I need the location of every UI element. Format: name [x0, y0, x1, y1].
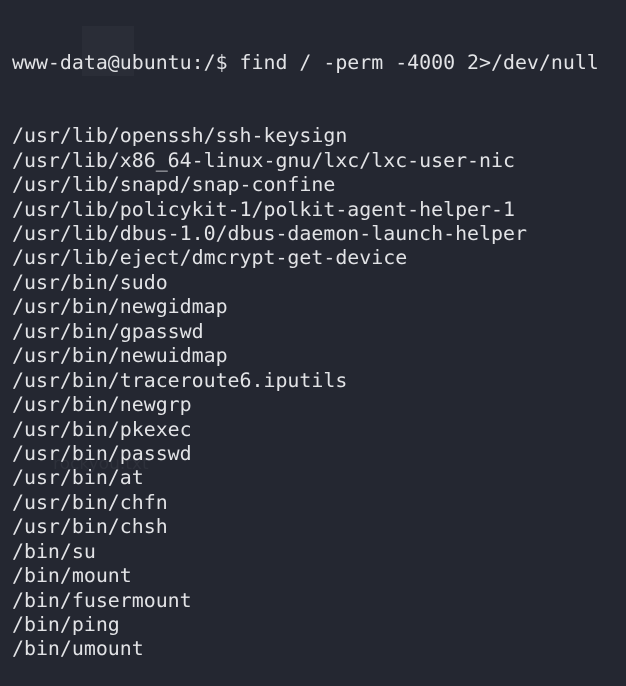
output-line: /usr/bin/chsh	[12, 515, 168, 539]
output-line: /usr/lib/snapd/snap-confine	[12, 173, 336, 197]
output-line: /bin/su	[12, 539, 96, 563]
output-line: /usr/bin/newgrp	[12, 393, 192, 417]
output-lines: /usr/lib/openssh/ssh-keysign/usr/lib/x86…	[12, 124, 599, 662]
output-line: /usr/lib/dbus-1.0/dbus-daemon-launch-hel…	[12, 222, 527, 245]
output-line: /usr/bin/newgidmap	[12, 295, 228, 319]
output-line: /usr/bin/newuidmap	[12, 344, 228, 368]
output-line: /usr/lib/openssh/ssh-keysign	[12, 124, 348, 148]
output-line: /usr/bin/passwd	[12, 441, 192, 465]
output-line: /usr/bin/at	[12, 466, 144, 490]
output-line: /usr/bin/sudo	[12, 270, 168, 294]
terminal-output[interactable]: www-data@ubuntu:/$ find / -perm -4000 2>…	[12, 2, 599, 686]
output-line: /usr/lib/x86_64-linux-gnu/lxc/lxc-user-n…	[12, 148, 515, 172]
shell-prompt: www-data@ubuntu:/$	[12, 50, 240, 74]
output-line: /usr/lib/eject/dmcrypt-get-device	[12, 246, 408, 270]
output-line: /bin/ping	[12, 613, 120, 636]
output-line: /usr/bin/chfn	[12, 490, 168, 514]
output-line: /bin/fusermount	[12, 588, 192, 612]
output-line: /usr/bin/traceroute6.iputils	[12, 368, 348, 392]
command-line: www-data@ubuntu:/$ find / -perm -4000 2>…	[12, 51, 599, 75]
output-line: /usr/lib/policykit-1/polkit-agent-helper…	[12, 197, 515, 221]
output-line: /usr/bin/gpasswd	[12, 319, 204, 343]
command-text: find / -perm -4000 2>/dev/null	[239, 50, 599, 74]
output-line: /bin/mount	[12, 564, 132, 588]
output-line: /usr/bin/pkexec	[12, 417, 192, 441]
output-line: /bin/umount	[12, 637, 144, 661]
